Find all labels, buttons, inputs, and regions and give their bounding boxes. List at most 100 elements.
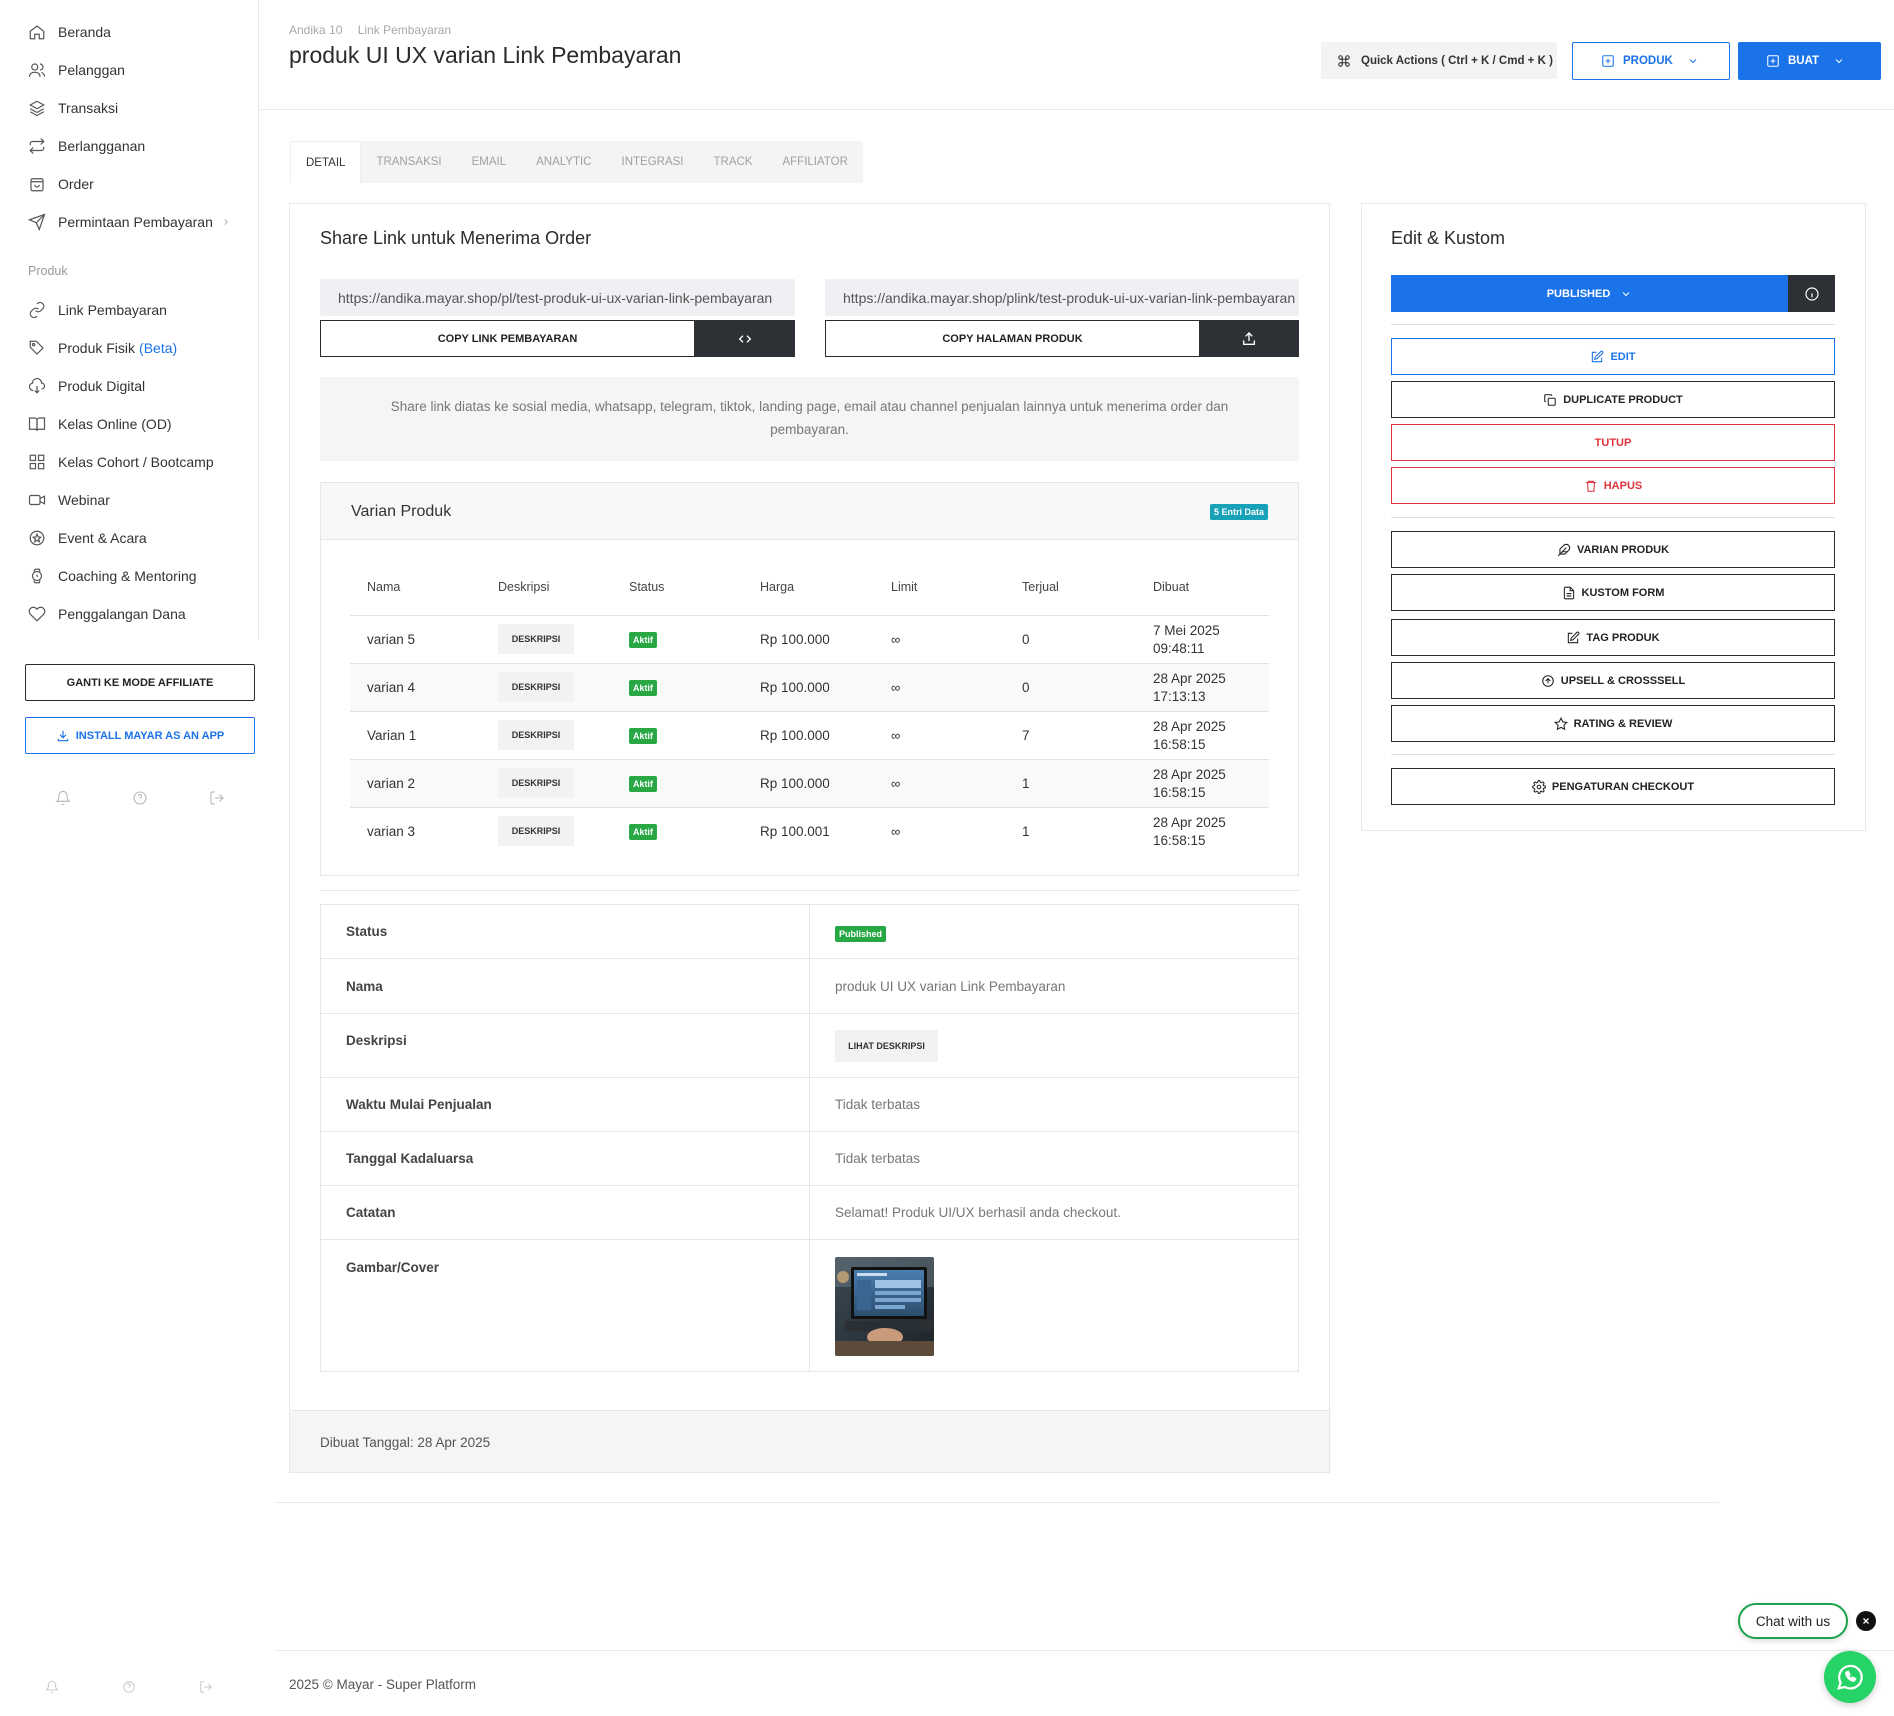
button-label: HAPUS — [1603, 479, 1643, 492]
sidebar-item-transaksi[interactable]: Transaksi — [28, 96, 118, 120]
switch-affiliate-mode-button[interactable]: GANTI KE MODE AFFILIATE — [25, 664, 255, 701]
bell-icon[interactable] — [45, 1680, 59, 1694]
help-icon[interactable] — [132, 790, 148, 806]
sidebar-item-kelas-online[interactable]: Kelas Online (OD) — [28, 412, 172, 436]
button-label: BUAT — [1788, 55, 1820, 67]
sidebar-item-berlangganan[interactable]: Berlangganan — [28, 134, 145, 158]
variant-price: Rp 100.000 — [760, 632, 830, 647]
hapus-button[interactable]: HAPUS — [1391, 467, 1835, 504]
embed-code-button[interactable] — [694, 320, 795, 357]
beta-label: (Beta) — [139, 340, 178, 356]
upsell-crosssell-button[interactable]: UPSELL & CROSSSELL — [1391, 662, 1835, 699]
sidebar-item-link-pembayaran[interactable]: Link Pembayaran — [28, 298, 167, 322]
install-app-button[interactable]: INSTALL MAYAR AS AN APP — [25, 717, 255, 754]
button-label: PRODUK — [1623, 55, 1673, 67]
detail-label: Tanggal Kadaluarsa — [346, 1151, 474, 1166]
publish-info-button[interactable] — [1788, 275, 1835, 312]
tab-affiliator[interactable]: AFFILIATOR — [767, 141, 862, 183]
status-badge: Aktif — [629, 728, 657, 744]
copy-payment-link-button[interactable]: COPY LINK PEMBAYARAN — [320, 320, 695, 357]
sidebar-item-label: Produk Digital — [58, 378, 146, 394]
varian-panel-header: Varian Produk 5 Entri Data — [321, 483, 1298, 540]
variant-price: Rp 100.000 — [760, 728, 830, 743]
download-icon — [57, 730, 68, 741]
sidebar-item-event[interactable]: Event & Acara — [28, 526, 147, 550]
column-header: Deskripsi — [498, 580, 550, 594]
rating-review-button[interactable]: RATING & REVIEW — [1391, 705, 1835, 742]
kustom-form-button[interactable]: KUSTOM FORM — [1391, 574, 1835, 611]
footer-copyright: 2025 © Mayar - Super Platform — [289, 1677, 477, 1692]
produk-dropdown-button[interactable]: PRODUK — [1572, 42, 1730, 80]
chat-with-us-button[interactable]: Chat with us — [1738, 1603, 1848, 1639]
tab-integrasi[interactable]: INTEGRASI — [607, 141, 699, 183]
sidebar-item-pelanggan[interactable]: Pelanggan — [28, 58, 125, 82]
bell-icon[interactable] — [55, 790, 71, 806]
tab-analytic[interactable]: ANALYTIC — [521, 141, 606, 183]
sidebar-item-permintaan-pembayaran[interactable]: Permintaan Pembayaran — [28, 210, 231, 234]
tab-transaksi[interactable]: TRANSAKSI — [361, 141, 456, 183]
pengaturan-checkout-button[interactable]: PENGATURAN CHECKOUT — [1391, 768, 1835, 805]
publish-status-dropdown[interactable]: PUBLISHED — [1391, 275, 1788, 312]
table-header-divider — [350, 615, 1269, 616]
logout-icon[interactable] — [209, 790, 225, 806]
copy-product-page-button[interactable]: COPY HALAMAN PRODUK — [825, 320, 1200, 357]
button-label: PENGATURAN CHECKOUT — [1551, 780, 1695, 793]
column-header: Nama — [367, 580, 401, 594]
column-header: Limit — [891, 580, 918, 594]
variant-created-date: 7 Mei 2025 — [1153, 623, 1220, 638]
variant-description-button[interactable]: DESKRIPSI — [498, 672, 574, 702]
product-page-link-field[interactable]: https://andika.mayar.shop/plink/test-pro… — [825, 279, 1299, 316]
tutup-button[interactable]: TUTUP — [1391, 424, 1835, 461]
tab-detail[interactable]: DETAIL — [290, 141, 362, 183]
sidebar-item-label: Order — [58, 176, 94, 192]
buat-dropdown-button[interactable]: BUAT — [1738, 42, 1881, 80]
product-cover-image[interactable] — [835, 1257, 934, 1356]
gear-icon — [1532, 779, 1546, 794]
variant-description-button[interactable]: DESKRIPSI — [498, 720, 574, 750]
sidebar-item-coaching[interactable]: Coaching & Mentoring — [28, 564, 197, 588]
variant-description-button[interactable]: DESKRIPSI — [498, 768, 574, 798]
varian-produk-button[interactable]: VARIAN PRODUK — [1391, 531, 1835, 568]
whatsapp-button[interactable] — [1824, 1651, 1876, 1703]
breadcrumb-item[interactable]: Link Pembayaran — [358, 23, 451, 37]
quick-actions-button[interactable]: Quick Actions ( Ctrl + K / Cmd + K ) — [1321, 42, 1557, 79]
logout-icon[interactable] — [199, 1680, 213, 1694]
heart-icon — [28, 606, 46, 622]
sidebar-item-label: Penggalangan Dana — [58, 606, 186, 622]
variant-created-date: 28 Apr 2025 — [1153, 671, 1226, 686]
help-icon[interactable] — [122, 1680, 136, 1694]
event-icon — [29, 530, 45, 546]
tab-email[interactable]: EMAIL — [457, 141, 522, 183]
row-divider — [320, 1239, 1299, 1240]
variant-name: varian 3 — [367, 824, 416, 839]
sidebar-item-penggalangan-dana[interactable]: Penggalangan Dana — [28, 602, 186, 626]
variant-description-button[interactable]: DESKRIPSI — [498, 816, 574, 846]
edit-button[interactable]: EDIT — [1391, 338, 1835, 375]
share-button[interactable] — [1199, 320, 1299, 357]
sidebar-item-order[interactable]: Order — [28, 172, 94, 196]
sidebar-item-webinar[interactable]: Webinar — [28, 488, 110, 512]
detail-value: Tidak terbatas — [835, 1097, 921, 1112]
tab-track[interactable]: TRACK — [699, 141, 768, 183]
sidebar-item-beranda[interactable]: Beranda — [28, 20, 111, 44]
variant-name: varian 4 — [367, 680, 416, 695]
breadcrumb-item[interactable]: Andika 10 — [289, 23, 342, 37]
tab-bar: DETAIL TRANSAKSI EMAIL ANALYTIC INTEGRAS… — [290, 141, 863, 183]
sidebar-item-kelas-cohort[interactable]: Kelas Cohort / Bootcamp — [28, 450, 214, 474]
sidebar-item-label: Beranda — [58, 24, 111, 40]
sidebar-item-produk-digital[interactable]: Produk Digital — [28, 374, 145, 398]
variant-price: Rp 100.000 — [760, 776, 830, 791]
variant-description-button[interactable]: DESKRIPSI — [498, 624, 574, 654]
variant-created-date: 28 Apr 2025 — [1153, 815, 1226, 830]
share-icon — [1243, 331, 1255, 345]
button-label: EDIT — [1610, 350, 1636, 363]
view-description-button[interactable]: LIHAT DESKRIPSI — [835, 1030, 938, 1062]
button-label: KUSTOM FORM — [1581, 586, 1665, 599]
button-label: INSTALL MAYAR AS AN APP — [75, 729, 225, 742]
code-icon — [738, 334, 751, 343]
payment-link-field[interactable]: https://andika.mayar.shop/pl/test-produk… — [320, 279, 795, 316]
sidebar-item-produk-fisik[interactable]: Produk Fisik (Beta) — [28, 336, 177, 360]
tag-produk-button[interactable]: TAG PRODUK — [1391, 619, 1835, 656]
chat-close-button[interactable] — [1856, 1611, 1876, 1631]
duplicate-product-button[interactable]: DUPLICATE PRODUCT — [1391, 381, 1835, 418]
